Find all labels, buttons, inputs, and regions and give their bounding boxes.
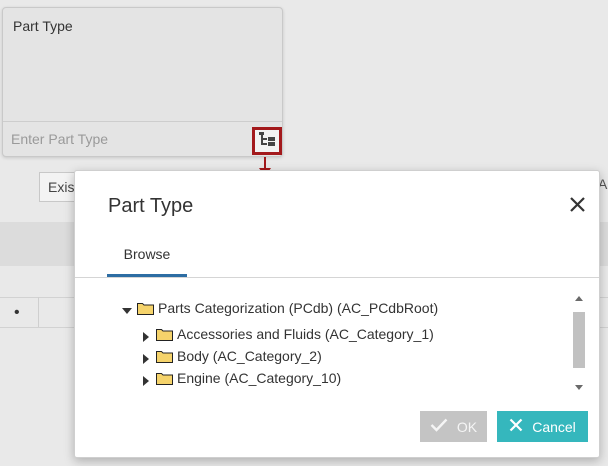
close-button[interactable] [568,195,588,215]
caret-right-icon[interactable] [141,329,151,342]
folder-icon [156,328,173,341]
scroll-thumb[interactable] [573,312,585,368]
tree-node[interactable]: Accessories and Fluids (AC_Category_1) [141,324,434,344]
tree-node-root[interactable]: Parts Categorization (PCdb) (AC_PCdbRoot… [122,298,438,318]
tree-node-label: Engine (AC_Category_10) [177,370,342,386]
part-type-input[interactable] [11,128,241,150]
tab-divider [75,277,599,278]
close-icon [509,418,532,435]
tree-node[interactable]: Body (AC_Category_2) [141,346,322,366]
background-cell-divider [38,297,39,327]
caret-right-icon[interactable] [141,351,151,364]
tree-node-label: Accessories and Fluids (AC_Category_1) [177,326,434,342]
category-tree: Parts Categorization (PCdb) (AC_PCdbRoot… [75,293,585,393]
cancel-button[interactable]: Cancel [497,411,588,442]
part-type-card: Part Type [2,7,283,157]
close-icon [568,197,588,219]
folder-icon [156,350,173,363]
scroll-up-arrow-icon[interactable] [575,296,583,301]
tree-view-icon [258,131,276,152]
tree-browse-button[interactable] [252,127,282,155]
folder-icon [137,302,154,315]
check-icon [430,418,457,435]
folder-icon [156,372,173,385]
background-bullet: • [14,304,20,321]
part-type-label: Part Type [13,18,73,34]
cancel-button-label: Cancel [532,418,576,435]
card-divider [3,121,282,122]
caret-right-icon[interactable] [141,373,151,386]
ok-button[interactable]: OK [420,411,487,442]
tree-node-label: Parts Categorization (PCdb) (AC_PCdbRoot… [158,300,439,316]
tree-scrollbar[interactable] [572,293,586,395]
dialog-title: Part Type [108,195,194,217]
scroll-down-arrow-icon[interactable] [575,385,583,390]
tree-node[interactable]: Engine (AC_Category_10) [141,368,341,388]
tab-browse[interactable]: Browse [107,233,187,277]
ok-button-label: OK [456,418,478,435]
tree-node-label: Body (AC_Category_2) [177,348,322,364]
part-type-dialog: Part Type Browse Parts Categorization (P… [74,170,600,458]
caret-down-icon[interactable] [122,303,132,314]
